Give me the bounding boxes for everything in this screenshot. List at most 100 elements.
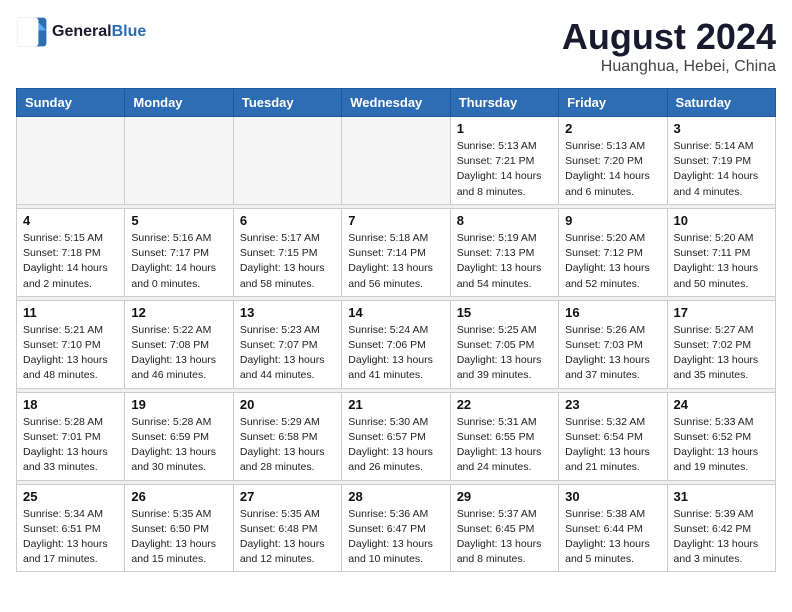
day-number: 21 (348, 397, 443, 412)
day-number: 4 (23, 213, 118, 228)
day-info: Sunrise: 5:27 AM Sunset: 7:02 PM Dayligh… (674, 323, 769, 384)
table-row (233, 117, 341, 205)
day-number: 11 (23, 305, 118, 320)
day-number: 16 (565, 305, 660, 320)
day-info: Sunrise: 5:38 AM Sunset: 6:44 PM Dayligh… (565, 507, 660, 568)
table-row: 13 Sunrise: 5:23 AM Sunset: 7:07 PM Dayli… (233, 300, 341, 388)
day-number: 13 (240, 305, 335, 320)
day-info: Sunrise: 5:13 AM Sunset: 7:21 PM Dayligh… (457, 139, 552, 200)
table-row: 20 Sunrise: 5:29 AM Sunset: 6:58 PM Dayli… (233, 392, 341, 480)
table-row: 4 Sunrise: 5:15 AM Sunset: 7:18 PM Daylig… (17, 208, 125, 296)
day-info: Sunrise: 5:22 AM Sunset: 7:08 PM Dayligh… (131, 323, 226, 384)
day-info: Sunrise: 5:34 AM Sunset: 6:51 PM Dayligh… (23, 507, 118, 568)
day-info: Sunrise: 5:32 AM Sunset: 6:54 PM Dayligh… (565, 415, 660, 476)
day-info: Sunrise: 5:13 AM Sunset: 7:20 PM Dayligh… (565, 139, 660, 200)
table-row: 12 Sunrise: 5:22 AM Sunset: 7:08 PM Dayli… (125, 300, 233, 388)
day-number: 12 (131, 305, 226, 320)
day-number: 22 (457, 397, 552, 412)
day-info: Sunrise: 5:17 AM Sunset: 7:15 PM Dayligh… (240, 231, 335, 292)
day-info: Sunrise: 5:30 AM Sunset: 6:57 PM Dayligh… (348, 415, 443, 476)
table-row: 27 Sunrise: 5:35 AM Sunset: 6:48 PM Dayli… (233, 484, 341, 572)
day-number: 30 (565, 489, 660, 504)
day-number: 5 (131, 213, 226, 228)
table-row: 21 Sunrise: 5:30 AM Sunset: 6:57 PM Dayli… (342, 392, 450, 480)
table-row: 6 Sunrise: 5:17 AM Sunset: 7:15 PM Daylig… (233, 208, 341, 296)
day-number: 9 (565, 213, 660, 228)
logo-icon (16, 16, 48, 48)
day-info: Sunrise: 5:28 AM Sunset: 7:01 PM Dayligh… (23, 415, 118, 476)
day-info: Sunrise: 5:36 AM Sunset: 6:47 PM Dayligh… (348, 507, 443, 568)
day-number: 1 (457, 121, 552, 136)
day-number: 26 (131, 489, 226, 504)
day-number: 7 (348, 213, 443, 228)
day-number: 23 (565, 397, 660, 412)
col-sunday: Sunday (17, 89, 125, 117)
day-info: Sunrise: 5:35 AM Sunset: 6:50 PM Dayligh… (131, 507, 226, 568)
day-number: 31 (674, 489, 769, 504)
table-row: 28Sunrise: 5:36 AM Sunset: 6:47 PM Dayli… (342, 484, 450, 572)
page-header: GeneralBlue August 2024 Huanghua, Hebei,… (16, 16, 776, 76)
table-row: 7 Sunrise: 5:18 AM Sunset: 7:14 PM Daylig… (342, 208, 450, 296)
table-row: 23 Sunrise: 5:32 AM Sunset: 6:54 PM Dayli… (559, 392, 667, 480)
day-number: 15 (457, 305, 552, 320)
col-saturday: Saturday (667, 89, 775, 117)
day-info: Sunrise: 5:28 AM Sunset: 6:59 PM Dayligh… (131, 415, 226, 476)
day-number: 24 (674, 397, 769, 412)
day-number: 2 (565, 121, 660, 136)
day-info: Sunrise: 5:37 AM Sunset: 6:45 PM Dayligh… (457, 507, 552, 568)
table-row (125, 117, 233, 205)
table-row: 25 Sunrise: 5:34 AM Sunset: 6:51 PM Dayli… (17, 484, 125, 572)
col-monday: Monday (125, 89, 233, 117)
day-number: 6 (240, 213, 335, 228)
logo: GeneralBlue (16, 16, 146, 48)
table-row: 3 Sunrise: 5:14 AM Sunset: 7:19 PM Daylig… (667, 117, 775, 205)
location-subtitle: Huanghua, Hebei, China (562, 58, 776, 76)
table-row: 2 Sunrise: 5:13 AM Sunset: 7:20 PM Daylig… (559, 117, 667, 205)
table-row: 9 Sunrise: 5:20 AM Sunset: 7:12 PM Daylig… (559, 208, 667, 296)
col-tuesday: Tuesday (233, 89, 341, 117)
day-info: Sunrise: 5:20 AM Sunset: 7:12 PM Dayligh… (565, 231, 660, 292)
table-row: 22 Sunrise: 5:31 AM Sunset: 6:55 PM Dayli… (450, 392, 558, 480)
month-year-title: August 2024 (562, 16, 776, 58)
table-row: 5 Sunrise: 5:16 AM Sunset: 7:17 PM Daylig… (125, 208, 233, 296)
day-info: Sunrise: 5:18 AM Sunset: 7:14 PM Dayligh… (348, 231, 443, 292)
table-row: 11Sunrise: 5:21 AM Sunset: 7:10 PM Dayli… (17, 300, 125, 388)
day-info: Sunrise: 5:25 AM Sunset: 7:05 PM Dayligh… (457, 323, 552, 384)
calendar-header-row: Sunday Monday Tuesday Wednesday Thursday… (17, 89, 776, 117)
table-row: 18 Sunrise: 5:28 AM Sunset: 7:01 PM Dayli… (17, 392, 125, 480)
day-info: Sunrise: 5:16 AM Sunset: 7:17 PM Dayligh… (131, 231, 226, 292)
table-row (17, 117, 125, 205)
table-row: 19 Sunrise: 5:28 AM Sunset: 6:59 PM Dayli… (125, 392, 233, 480)
table-row: 8 Sunrise: 5:19 AM Sunset: 7:13 PM Daylig… (450, 208, 558, 296)
col-thursday: Thursday (450, 89, 558, 117)
table-row: 16Sunrise: 5:26 AM Sunset: 7:03 PM Dayli… (559, 300, 667, 388)
day-number: 29 (457, 489, 552, 504)
day-number: 3 (674, 121, 769, 136)
day-info: Sunrise: 5:39 AM Sunset: 6:42 PM Dayligh… (674, 507, 769, 568)
day-number: 14 (348, 305, 443, 320)
day-number: 19 (131, 397, 226, 412)
day-number: 8 (457, 213, 552, 228)
day-number: 25 (23, 489, 118, 504)
table-row: 15 Sunrise: 5:25 AM Sunset: 7:05 PM Dayli… (450, 300, 558, 388)
day-number: 27 (240, 489, 335, 504)
col-friday: Friday (559, 89, 667, 117)
table-row: 1 Sunrise: 5:13 AM Sunset: 7:21 PM Daylig… (450, 117, 558, 205)
calendar-table: Sunday Monday Tuesday Wednesday Thursday… (16, 88, 776, 572)
day-info: Sunrise: 5:35 AM Sunset: 6:48 PM Dayligh… (240, 507, 335, 568)
day-info: Sunrise: 5:15 AM Sunset: 7:18 PM Dayligh… (23, 231, 118, 292)
table-row: 30 Sunrise: 5:38 AM Sunset: 6:44 PM Dayli… (559, 484, 667, 572)
day-number: 17 (674, 305, 769, 320)
logo-text: GeneralBlue (52, 23, 146, 41)
day-info: Sunrise: 5:23 AM Sunset: 7:07 PM Dayligh… (240, 323, 335, 384)
day-info: Sunrise: 5:19 AM Sunset: 7:13 PM Dayligh… (457, 231, 552, 292)
day-number: 20 (240, 397, 335, 412)
day-number: 18 (23, 397, 118, 412)
day-number: 10 (674, 213, 769, 228)
day-info: Sunrise: 5:14 AM Sunset: 7:19 PM Dayligh… (674, 139, 769, 200)
table-row: 29 Sunrise: 5:37 AM Sunset: 6:45 PM Dayli… (450, 484, 558, 572)
day-info: Sunrise: 5:29 AM Sunset: 6:58 PM Dayligh… (240, 415, 335, 476)
table-row: 17 Sunrise: 5:27 AM Sunset: 7:02 PM Dayli… (667, 300, 775, 388)
day-info: Sunrise: 5:31 AM Sunset: 6:55 PM Dayligh… (457, 415, 552, 476)
day-info: Sunrise: 5:33 AM Sunset: 6:52 PM Dayligh… (674, 415, 769, 476)
